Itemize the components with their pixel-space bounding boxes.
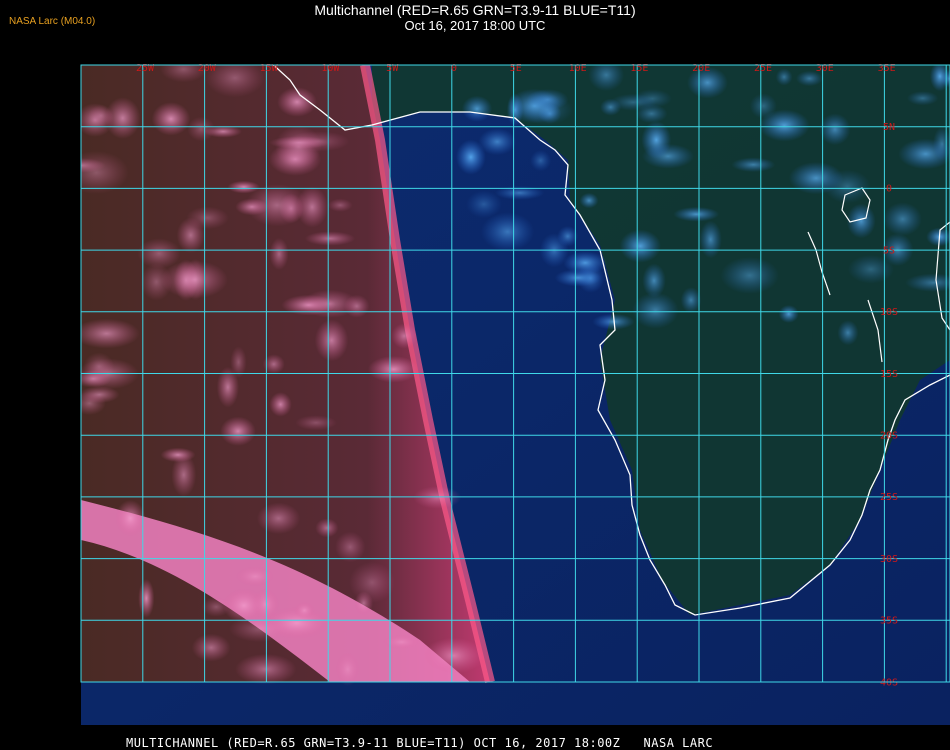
cloud-patch [275,125,322,169]
cloud-patch [423,637,485,674]
cloud-patch [335,652,360,687]
cloud-patch [819,113,851,146]
cloud-patch [160,447,196,463]
cloud-patch [720,256,780,294]
cloud-patch [461,95,493,122]
cloud-patch [269,392,292,417]
satellite-map[interactable]: 25W 20W 15W 10W 5W 0 5E 10E 15E 20E 25E 30E 35E 5N05… [0,0,950,750]
cloud-patch [413,486,462,509]
cloud-patch [600,98,622,116]
cloud-patch [349,561,395,604]
cloud-patch [235,653,297,685]
cloud-patch [632,292,679,329]
cloud-patch [314,319,349,362]
cloud-patch [906,91,939,106]
cloud-patch [466,190,502,218]
cloud-patch [382,634,421,650]
cloud-patch [81,386,120,404]
cloud-patch [699,220,722,259]
cloud-patch [588,65,625,92]
cloud-patch [929,65,950,92]
latitude-label: 5S [883,245,895,256]
cloud-patch [176,217,205,253]
latitude-label: 30S [880,554,898,565]
cloud-patch [455,139,486,175]
latitude-label: 20S [880,431,898,442]
cloud-patch [520,94,573,126]
cloud-patch [846,203,876,239]
cloud-patch [619,229,661,263]
cloud-patch [731,157,776,172]
cloud-patch [151,102,191,136]
latitude-label: 35S [880,616,898,627]
cloud-patch [295,415,337,431]
cloud-patch [530,149,552,172]
cloud-patch [269,237,289,271]
cloud-patch [160,260,228,299]
cloud-patch [304,231,356,246]
cloud-patch [680,287,702,314]
latitude-label: 15S [880,369,898,380]
cloud-patch [837,320,859,346]
footer-caption: MULTICHANNEL (RED=R.65 GRN=T3.9-11 BLUE=… [126,736,714,750]
cloud-patch [104,97,141,139]
cloud-patch [191,633,231,662]
cloud-patch [235,566,275,587]
cloud-patch [220,416,256,446]
cloud-patch [778,304,799,323]
cloud-patch [294,601,315,620]
cloud-patch [81,318,140,349]
cloud-patch [315,518,339,538]
cloud-patch [187,116,215,142]
cloud-patch [391,323,418,349]
cloud-patch [115,499,146,537]
cloud-patch [344,294,370,318]
cloud-patch [673,206,720,222]
cloud-patch [775,68,793,86]
cloud-patch [138,578,155,618]
cloud-patch [758,109,810,142]
latitude-label: 10S [880,307,898,318]
cloud-patch [367,355,420,383]
cloud-patch [327,198,353,212]
cloud-patch [201,596,231,617]
cloud-patch [256,502,301,535]
cloud-patch [883,202,922,236]
cloud-patch [788,161,844,195]
latitude-label: 0 [886,184,892,195]
cloud-patch [335,531,366,563]
cloud-patch [579,192,599,209]
cloud-patch [481,212,535,252]
cloud-patch [81,150,129,194]
cloud-patch [642,263,666,298]
latitude-label: 5N [883,122,895,133]
cloud-patch [245,184,309,227]
cloud-patch [847,254,895,284]
latitude-label: 40S [880,677,898,688]
cloud-patch [137,238,181,269]
latitude-label: 25S [880,492,898,503]
